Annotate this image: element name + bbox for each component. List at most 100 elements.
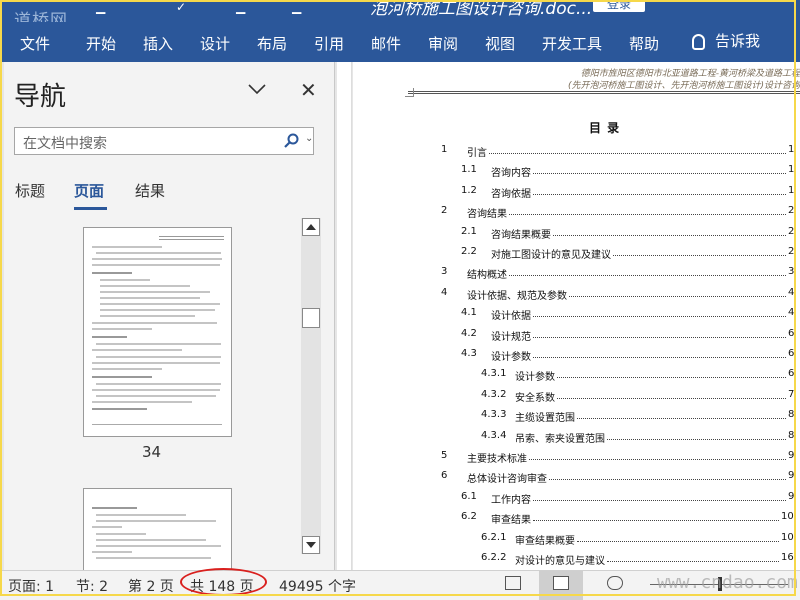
- page-header-line2: (先开泡河桥施工图设计、先开泡河桥施工图设计)设计咨询: [567, 81, 800, 91]
- toc-entry[interactable]: 1.2 咨询依据 1: [353, 185, 800, 200]
- search-input[interactable]: 在文档中搜索: [23, 133, 107, 153]
- nav-scrollbar[interactable]: [301, 218, 321, 554]
- status-section[interactable]: 节: 2: [76, 576, 108, 596]
- toc-entry-page: 1: [788, 184, 795, 196]
- toc-entry[interactable]: 2.1 咨询结果概要 2: [353, 226, 800, 241]
- toc-entry-title: 设计依据: [491, 311, 531, 323]
- lightbulb-icon: [692, 34, 705, 50]
- toc-entry-number: 2: [441, 205, 448, 217]
- toc-leader-dots: [533, 173, 786, 175]
- toc-entry-title: 工作内容: [491, 494, 531, 506]
- toc-entry[interactable]: 4.3.3 主缆设置范围 8: [353, 409, 800, 424]
- toc-entry-number: 2.1: [461, 225, 477, 237]
- page-thumbnail[interactable]: [83, 227, 232, 437]
- tab-mailings[interactable]: 邮件: [371, 33, 401, 54]
- toc-entry-title: 审查结果概要: [515, 535, 575, 547]
- toc-entry-number: 1: [441, 144, 448, 155]
- text-boundary-mark: [405, 88, 414, 97]
- redo-icon[interactable]: ▁: [236, 0, 254, 14]
- toc-entry[interactable]: 6.2.1 审查结果概要 10: [353, 532, 800, 547]
- tab-references[interactable]: 引用: [314, 33, 344, 54]
- tab-help[interactable]: 帮助: [629, 33, 659, 54]
- tab-view[interactable]: 视图: [485, 33, 515, 54]
- toc-entry-page: 8: [788, 409, 795, 421]
- toc-entry-title: 引言: [467, 148, 487, 159]
- toc-entry[interactable]: 4.3.1 设计参数 6: [353, 368, 800, 383]
- toc-entry[interactable]: 4.2 设计规范 6: [353, 328, 800, 343]
- toc-entry-number: 3: [441, 266, 448, 278]
- undo-icon[interactable]: ✓: [176, 0, 194, 14]
- toc-entry-title: 安全系数: [515, 392, 555, 404]
- toc-entry[interactable]: 3 结构概述 3: [353, 266, 800, 281]
- toc-entry[interactable]: 6.2.2 对设计的意见与建议 16: [353, 552, 800, 567]
- toc-entry-number: 2.2: [461, 246, 477, 257]
- active-tab-indicator: [74, 207, 107, 210]
- toc-entry-title: 审查结果: [491, 515, 531, 527]
- status-page[interactable]: 页面: 1: [8, 576, 54, 596]
- toc-entry-number: 5: [441, 450, 448, 461]
- chevron-down-icon[interactable]: [248, 82, 266, 96]
- toc-entry-number: 6.2: [461, 511, 477, 523]
- toc-entry-title: 设计依据、规范及参数: [467, 290, 567, 302]
- toc-leader-dots: [557, 377, 786, 379]
- toc-leader-dots: [569, 295, 786, 297]
- login-button[interactable]: 登录: [593, 0, 645, 12]
- toc-leader-dots: [509, 214, 786, 216]
- toc-entry[interactable]: 4.3.4 吊索、索夹设置范围 8: [353, 430, 800, 445]
- search-icon[interactable]: [283, 133, 299, 149]
- status-page-of[interactable]: 第 2 页: [128, 576, 174, 596]
- toc-entry-number: 4.1: [461, 307, 477, 319]
- tab-design[interactable]: 设计: [200, 33, 230, 54]
- scroll-down-icon[interactable]: [302, 536, 320, 554]
- toc-entry[interactable]: 6.1 工作内容 9: [353, 491, 800, 506]
- toc-leader-dots: [607, 561, 779, 562]
- toc-entry[interactable]: 5 主要技术标准 9: [353, 450, 800, 465]
- tab-developer[interactable]: 开发工具: [542, 33, 602, 54]
- tab-home[interactable]: 开始: [86, 33, 116, 54]
- toc-entry-title: 咨询内容: [491, 168, 531, 180]
- toc-entry[interactable]: 2.2 对施工图设计的意见及建议 2: [353, 246, 800, 261]
- toc-entry[interactable]: 1.1 咨询内容 1: [353, 164, 800, 179]
- toc-entry-page: 1: [788, 144, 795, 155]
- read-mode-icon[interactable]: [505, 576, 521, 590]
- scroll-up-icon[interactable]: [302, 218, 320, 236]
- toc-entry-title: 设计规范: [491, 331, 531, 343]
- tab-results[interactable]: 结果: [135, 180, 165, 201]
- document-area[interactable]: 德阳市旌阳区德阳市北亚道路工程-黄河桥梁及道路工程 (先开泡河桥施工图设计、先开…: [337, 62, 800, 570]
- tab-insert[interactable]: 插入: [143, 33, 173, 54]
- tab-review[interactable]: 审阅: [428, 33, 458, 54]
- page-thumbnail[interactable]: [83, 488, 232, 572]
- close-icon[interactable]: ✕: [300, 78, 317, 102]
- toc-entry[interactable]: 2 咨询结果 2: [353, 205, 800, 220]
- toc-entry[interactable]: 4.3.2 安全系数 7: [353, 389, 800, 404]
- toc-entry[interactable]: 6 总体设计咨询审查 9: [353, 470, 800, 485]
- print-layout-icon[interactable]: [553, 576, 569, 590]
- search-options-chevron-icon[interactable]: ⌄: [305, 133, 313, 144]
- toc-entry[interactable]: 4.1 设计依据 4: [353, 307, 800, 322]
- tab-file[interactable]: 文件: [20, 33, 50, 54]
- toc-entry-page: 9: [788, 450, 795, 461]
- toc-entry-number: 4.3: [461, 348, 477, 359]
- toc-entry[interactable]: 4 设计依据、规范及参数 4: [353, 287, 800, 302]
- toc-entry-number: 6.2.2: [481, 552, 507, 563]
- save-icon[interactable]: ▁: [96, 0, 114, 14]
- toc-entry-title: 对设计的意见与建议: [515, 556, 605, 567]
- tab-headings[interactable]: 标题: [15, 180, 45, 201]
- toc-entry[interactable]: 1 引言 1: [353, 144, 800, 159]
- vertical-ruler: [337, 62, 352, 570]
- search-box[interactable]: 在文档中搜索 ⌄: [14, 127, 314, 155]
- toc-leader-dots: [489, 153, 786, 154]
- toc-entry[interactable]: 6.2 审查结果 10: [353, 511, 800, 526]
- tab-pages[interactable]: 页面: [74, 180, 104, 201]
- customize-icon[interactable]: ▁: [292, 0, 310, 14]
- toc-entry[interactable]: 4.3 设计参数 6: [353, 348, 800, 363]
- tell-me-button[interactable]: 告诉我: [692, 30, 760, 51]
- toc-leader-dots: [607, 438, 786, 440]
- toc-leader-dots: [549, 479, 786, 481]
- tab-layout[interactable]: 布局: [257, 33, 287, 54]
- web-layout-icon[interactable]: [607, 576, 623, 590]
- document-page[interactable]: 德阳市旌阳区德阳市北亚道路工程-黄河桥梁及道路工程 (先开泡河桥施工图设计、先开…: [353, 62, 800, 570]
- status-word-count[interactable]: 49495 个字: [279, 576, 356, 596]
- toc-leader-dots: [553, 234, 786, 236]
- scrollbar-thumb[interactable]: [302, 308, 320, 328]
